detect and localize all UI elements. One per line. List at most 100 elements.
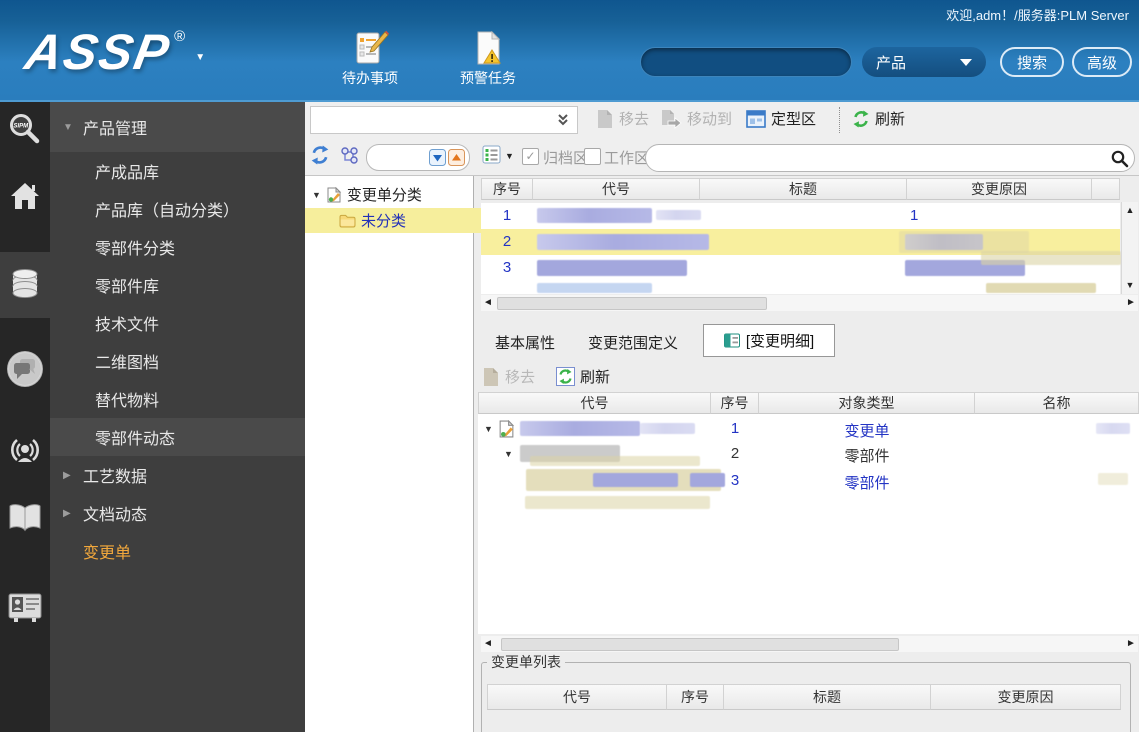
menu-item-label: 零部件库 <box>95 279 160 296</box>
workspace-checkbox[interactable] <box>584 148 601 165</box>
bcol-header-title[interactable]: 标题 <box>724 684 931 710</box>
select-caret-icon <box>960 58 972 66</box>
welcome-text: 欢迎,adm！/服务器:PLM Server <box>946 8 1129 23</box>
workspace-checkbox-label[interactable]: 工作区 <box>604 147 649 168</box>
redacted-code <box>593 473 678 487</box>
row-seq: 2 <box>730 445 740 462</box>
broadcast-rail-button[interactable] <box>0 432 50 470</box>
refresh-button[interactable]: 刷新 <box>852 108 905 129</box>
tree-structure-button[interactable] <box>340 146 360 169</box>
sipm-search-rail-button[interactable]: SIPM <box>0 112 50 148</box>
list-caret-icon[interactable]: ▼ <box>505 151 514 161</box>
menu-group-product-management[interactable]: ▼ 产品管理 <box>50 102 318 152</box>
tree-expand-icon[interactable]: ▼ <box>312 190 321 200</box>
logo-caret-icon[interactable]: ▼ <box>195 52 205 63</box>
redacted-name <box>1096 423 1130 434</box>
advanced-search-button[interactable]: 高级 <box>1072 47 1132 77</box>
svg-text:SIPM: SIPM <box>14 124 30 130</box>
detail-hscrollbar[interactable]: ◄ ► <box>481 636 1138 652</box>
double-chevron-down-icon <box>558 114 568 126</box>
home-rail-button[interactable] <box>0 180 50 212</box>
idcard-rail-button[interactable] <box>0 592 50 624</box>
detail-row-highlighted[interactable]: 3 零部件 <box>478 467 1139 495</box>
todo-items-button[interactable]: 待办事项 <box>332 30 408 88</box>
detail-remove-icon <box>484 367 498 386</box>
menu-item-change-order-selected[interactable]: 变更单 <box>50 532 338 570</box>
menu-group-process-data[interactable]: ▶ 工艺数据 <box>50 456 318 494</box>
menu-item-label: 产品库（自动分类） <box>95 203 240 220</box>
tree-item-unclassified-selected[interactable]: 未分类 <box>305 208 507 233</box>
tab-basic-properties[interactable]: 基本属性 <box>495 332 555 353</box>
dcol-header-name[interactable]: 名称 <box>975 392 1139 414</box>
scroll-down-icon[interactable]: ▼ <box>1122 278 1138 292</box>
table-row-partial[interactable] <box>481 281 1120 294</box>
tab-change-scope[interactable]: 变更范围定义 <box>588 332 678 353</box>
database-rail-button[interactable] <box>0 268 50 302</box>
filter-search-input[interactable] <box>645 144 1135 172</box>
alert-tasks-button[interactable]: 预警任务 <box>450 30 526 88</box>
view-mode-button[interactable] <box>482 145 501 169</box>
tree-refresh-icon <box>311 145 329 165</box>
bcol-header-seq[interactable]: 序号 <box>667 684 724 710</box>
detail-row[interactable]: ▼ 1 变更单 <box>478 417 1139 442</box>
library-rail-button[interactable] <box>0 502 50 534</box>
detail-remove-button[interactable]: 移去 <box>482 366 535 387</box>
dcol-header-type[interactable]: 对象类型 <box>759 392 975 414</box>
tree-root-change-order-classification[interactable]: ▼ 变更单分类 <box>305 182 480 207</box>
bottom-table-header: 代号 序号 标题 变更原因 <box>487 684 1130 710</box>
col-header-seq[interactable]: 序号 <box>481 178 533 200</box>
spin-up-icon[interactable] <box>448 149 465 166</box>
detail-row[interactable]: ▼ 2 零部件 <box>478 442 1139 467</box>
search-icon[interactable] <box>1110 149 1129 173</box>
table-row[interactable]: 1 1 <box>481 203 1120 229</box>
menu-group-document-dynamics[interactable]: ▶ 文档动态 <box>50 494 318 532</box>
scroll-right-icon[interactable]: ► <box>1124 636 1138 652</box>
collapse-bar[interactable] <box>310 106 578 134</box>
dcol-header-code[interactable]: 代号 <box>478 392 711 414</box>
scroll-right-icon[interactable]: ► <box>1124 295 1138 311</box>
col-header-filler <box>1092 178 1120 200</box>
menu-item-label: 零部件分类 <box>95 241 176 258</box>
move-to-icon <box>662 109 682 129</box>
level-spinner-input[interactable] <box>366 144 470 171</box>
tab-change-detail-active[interactable]: [变更明细] <box>703 324 835 357</box>
remove-button[interactable]: 移去 <box>596 108 649 129</box>
bcol-header-code[interactable]: 代号 <box>487 684 667 710</box>
hscroll-thumb[interactable] <box>497 297 767 310</box>
menu-group-label: 文档动态 <box>83 507 148 524</box>
archive-checkbox-label[interactable]: 归档区 <box>543 147 588 168</box>
scroll-left-icon[interactable]: ◄ <box>481 295 495 311</box>
archive-checkbox[interactable]: ✓ <box>522 148 539 165</box>
finalize-zone-button[interactable]: 定型区 <box>746 108 816 129</box>
bcol-header-reason[interactable]: 变更原因 <box>931 684 1121 710</box>
scroll-up-icon[interactable]: ▲ <box>1122 203 1138 217</box>
search-button[interactable]: 搜索 <box>1000 47 1064 77</box>
detail-table-header: 代号 序号 对象类型 名称 <box>478 392 1139 414</box>
search-category-select[interactable]: 产品 <box>862 47 986 77</box>
main-table-hscrollbar[interactable]: ◄ ► <box>481 295 1138 311</box>
app-logo[interactable]: ASSP ® ▼ <box>21 24 205 80</box>
global-search-input[interactable] <box>640 47 852 77</box>
col-header-reason[interactable]: 变更原因 <box>907 178 1092 200</box>
messages-rail-button[interactable] <box>0 350 50 388</box>
spin-down-icon[interactable] <box>429 149 446 166</box>
row-expand-icon[interactable]: ▼ <box>504 449 513 459</box>
menu-item-label: 技术文件 <box>95 317 160 334</box>
move-to-button[interactable]: 移动到 <box>660 108 732 129</box>
main-table-vscrollbar[interactable]: ▲ ▼ <box>1121 202 1138 294</box>
redacted-code <box>520 421 640 436</box>
refresh-button-label: 刷新 <box>875 111 906 128</box>
tab-label: 变更范围定义 <box>588 335 679 352</box>
tree-refresh-button[interactable] <box>310 145 330 170</box>
row-type: 零部件 <box>844 448 890 465</box>
col-header-title[interactable]: 标题 <box>700 178 907 200</box>
dcol-header-seq[interactable]: 序号 <box>711 392 759 414</box>
redacted-reason <box>899 231 1029 253</box>
hscroll-thumb[interactable] <box>501 638 899 651</box>
row-expand-icon[interactable]: ▼ <box>484 424 493 434</box>
col-header-code[interactable]: 代号 <box>533 178 700 200</box>
scroll-left-icon[interactable]: ◄ <box>481 636 495 652</box>
sipm-search-icon: SIPM <box>10 114 40 144</box>
table-row[interactable]: 3 <box>481 251 1121 281</box>
detail-refresh-button[interactable]: 刷新 <box>556 366 610 387</box>
